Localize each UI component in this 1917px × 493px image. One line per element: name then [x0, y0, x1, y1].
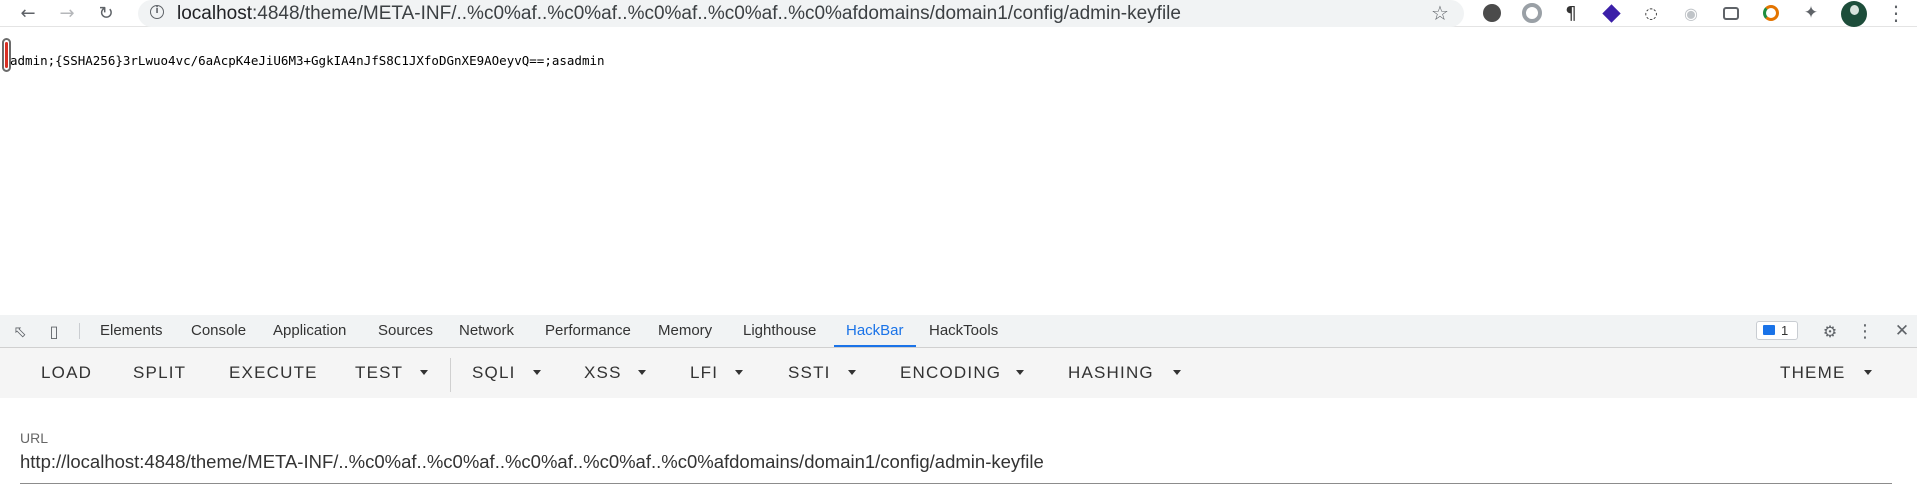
- sqli-dropdown-button[interactable]: SQLI: [472, 348, 516, 398]
- test-dropdown-button[interactable]: TEST: [355, 348, 403, 398]
- gear-icon[interactable]: ⚙: [1820, 321, 1840, 341]
- chevron-down-icon: [638, 370, 646, 375]
- extension-globe-icon[interactable]: ◉: [1681, 3, 1701, 23]
- pilcrow-icon[interactable]: ¶: [1561, 3, 1581, 24]
- divider: [79, 323, 80, 339]
- tab-performance[interactable]: Performance: [545, 315, 631, 347]
- devtools-tabbar: ⬁ ▯ Elements Console Application Sources…: [0, 315, 1917, 348]
- more-options-icon[interactable]: ⋮: [1855, 321, 1875, 342]
- device-toolbar-icon[interactable]: ▯: [44, 321, 64, 341]
- url-host: localhost: [177, 3, 252, 24]
- extension-ring-icon[interactable]: [1522, 3, 1542, 23]
- theme-dropdown-button[interactable]: THEME: [1780, 348, 1846, 398]
- url-input-underline: [20, 483, 1892, 484]
- chevron-down-icon: [848, 370, 856, 375]
- back-arrow-icon[interactable]: ←: [16, 1, 40, 25]
- encoding-dropdown-button[interactable]: ENCODING: [900, 348, 1001, 398]
- extension-window-icon[interactable]: [1721, 3, 1741, 23]
- chevron-down-icon: [1173, 370, 1181, 375]
- issues-badge[interactable]: 1: [1756, 321, 1798, 340]
- tab-hackbar[interactable]: HackBar: [834, 315, 915, 347]
- url-path: :4848/theme/META-INF/..%c0%af..%c0%af..%…: [252, 3, 1181, 24]
- info-icon[interactable]: i: [150, 5, 164, 19]
- extension-gear-icon[interactable]: [1482, 3, 1502, 23]
- tab-network[interactable]: Network: [459, 315, 514, 347]
- chevron-down-icon: [420, 370, 428, 375]
- devtools-panel: ⬁ ▯ Elements Console Application Sources…: [0, 315, 1917, 493]
- star-icon[interactable]: ☆: [1431, 1, 1449, 25]
- tab-hacktools[interactable]: HackTools: [929, 315, 998, 347]
- page-content: admin;{SSHA256}3rLwuo4vc/6aAcpK4eJiU6M3+…: [10, 53, 605, 68]
- chevron-down-icon: [735, 370, 743, 375]
- url-field-label: URL: [20, 430, 49, 446]
- menu-dots-icon[interactable]: ⋮: [1886, 1, 1906, 25]
- reload-icon[interactable]: ↻: [94, 1, 118, 25]
- chevron-down-icon: [1864, 370, 1872, 375]
- extension-sync-icon[interactable]: [1761, 3, 1781, 23]
- extension-diamond-icon[interactable]: [1601, 3, 1621, 23]
- forward-arrow-icon[interactable]: →: [55, 1, 79, 25]
- split-button[interactable]: SPLIT: [133, 348, 186, 398]
- issues-count: 1: [1781, 323, 1789, 338]
- issues-icon: [1763, 325, 1775, 335]
- divider: [450, 358, 451, 392]
- tab-memory[interactable]: Memory: [658, 315, 712, 347]
- chevron-down-icon: [1016, 370, 1024, 375]
- tab-application[interactable]: Application: [273, 315, 346, 347]
- inspect-element-icon[interactable]: ⬁: [10, 321, 30, 341]
- url-input[interactable]: http://localhost:4848/theme/META-INF/..%…: [20, 450, 1892, 474]
- close-icon[interactable]: ✕: [1892, 321, 1912, 341]
- ssti-dropdown-button[interactable]: SSTI: [788, 348, 831, 398]
- hackbar-toolbar: LOAD SPLIT EXECUTE TEST SQLI XSS LFI SST…: [0, 348, 1917, 398]
- tab-sources[interactable]: Sources: [378, 315, 433, 347]
- load-button[interactable]: LOAD: [41, 348, 92, 398]
- avatar[interactable]: [1841, 1, 1867, 27]
- browser-toolbar: ← → ↻ i localhost:4848/theme/META-INF/..…: [0, 0, 1917, 27]
- address-bar-url[interactable]: localhost:4848/theme/META-INF/..%c0%af..…: [177, 2, 1181, 26]
- hashing-dropdown-button[interactable]: HASHING: [1068, 348, 1154, 398]
- chevron-down-icon: [533, 370, 541, 375]
- lfi-dropdown-button[interactable]: LFI: [690, 348, 718, 398]
- extension-hat-icon[interactable]: ◌: [1641, 3, 1661, 23]
- execute-button[interactable]: EXECUTE: [229, 348, 318, 398]
- xss-dropdown-button[interactable]: XSS: [584, 348, 622, 398]
- puzzle-icon[interactable]: ✦: [1801, 3, 1821, 23]
- tab-console[interactable]: Console: [191, 315, 246, 347]
- tab-lighthouse[interactable]: Lighthouse: [743, 315, 816, 347]
- tab-elements[interactable]: Elements: [100, 315, 163, 347]
